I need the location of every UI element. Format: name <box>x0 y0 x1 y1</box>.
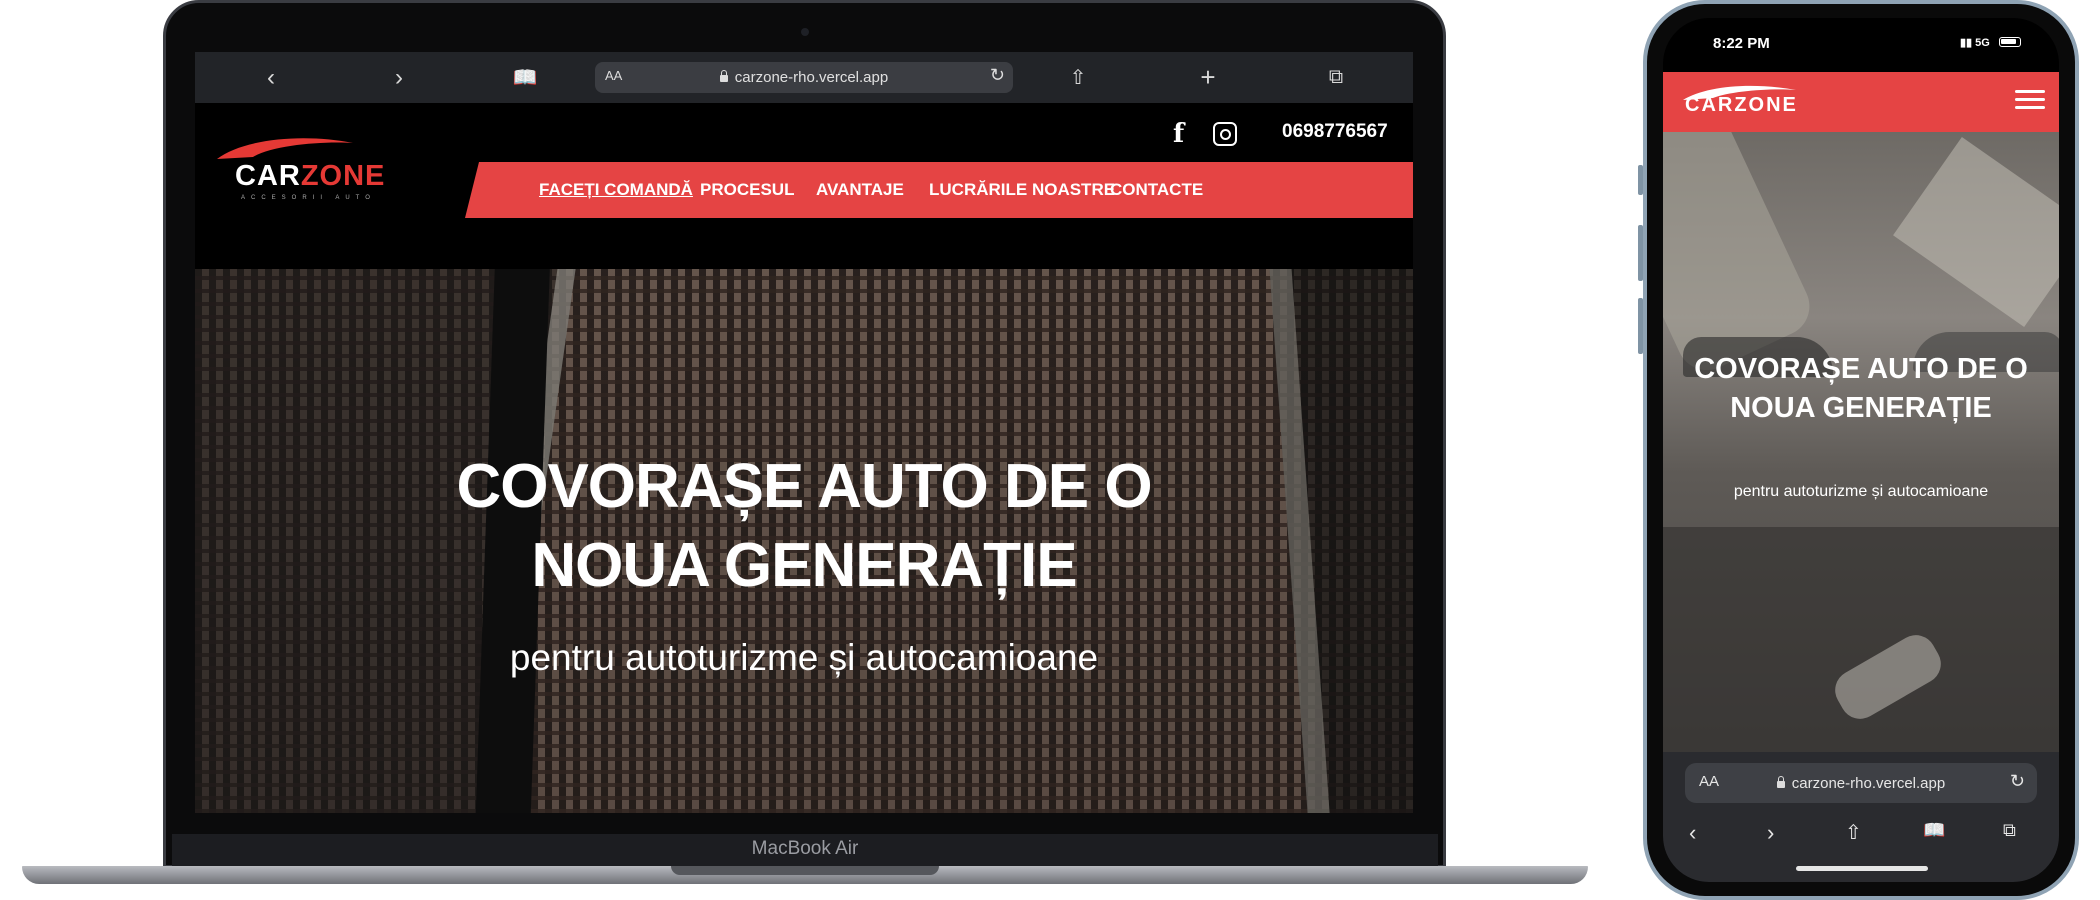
chevron-right-icon[interactable]: › <box>1767 820 1774 846</box>
laptop-model-label: MacBook Air <box>751 838 859 859</box>
reader-mode-button[interactable]: AA <box>605 68 622 83</box>
nav-item-contacts[interactable]: CONTACTE <box>1110 162 1203 218</box>
tabs-icon[interactable]: ⧉ <box>2003 820 2016 841</box>
chevron-left-icon[interactable]: ‹ <box>241 52 301 103</box>
phone-volume-down <box>1638 298 1643 354</box>
hero-title-line2: NOUA GENERAȚIE <box>531 531 1077 600</box>
chevron-right-icon[interactable]: › <box>369 52 429 103</box>
mobile-browser-bar: AA carzone-rho.vercel.app ↻ ‹ › ⇧ 📖 ⧉ <box>1663 752 2059 882</box>
reload-icon[interactable]: ↻ <box>990 65 1005 86</box>
lock-icon <box>719 70 728 82</box>
logo-text-part1: CAR <box>235 160 301 192</box>
laptop-chin: MacBook Air <box>172 834 1438 866</box>
mobile-logo[interactable]: CARZONE <box>1685 94 1798 117</box>
share-icon[interactable]: ⇧ <box>1048 52 1108 103</box>
logo-tagline: ACCESORII AUTO <box>241 195 376 201</box>
book-icon[interactable]: 📖 <box>1923 820 1945 841</box>
browser-toolbar: ‹ › 📖 AA carzone-rho.vercel.app ↻ ⇧ + ⧉ <box>195 52 1413 103</box>
hero-subtitle: pentru autoturizme și autocamioane <box>509 637 1099 678</box>
hamburger-menu-icon[interactable] <box>2015 90 2045 112</box>
instagram-icon[interactable] <box>1213 122 1237 146</box>
mobile-header: CARZONE <box>1663 72 2059 132</box>
nav-item-process[interactable]: PROCESUL <box>700 162 794 218</box>
tabs-icon[interactable]: ⧉ <box>1306 52 1366 103</box>
nav-item-advantages[interactable]: AVANTAJE <box>816 162 904 218</box>
main-nav: FACEȚI COMANDĂ PROCESUL AVANTAJE LUCRĂRI… <box>465 162 1413 218</box>
site-header: CARZONE ACCESORII AUTO f 0698776567 FACE… <box>195 103 1413 269</box>
phone-screen: 8:22 PM ▮▮ 5G CARZONE COVORAȘE AUTO DE O… <box>1663 18 2059 882</box>
reload-icon[interactable]: ↻ <box>2010 771 2025 792</box>
battery-icon <box>1999 37 2021 47</box>
logo-text-part2: ZONE <box>300 160 386 192</box>
camera-dot <box>801 28 809 36</box>
nav-item-order[interactable]: FACEȚI COMANDĂ <box>539 162 693 218</box>
phone-side-button <box>1638 165 1643 195</box>
address-bar[interactable]: AA carzone-rho.vercel.app ↻ <box>595 62 1013 93</box>
mobile-hero-title: COVORAȘE AUTO DE O NOUA GENERAȚIE <box>1663 350 2059 428</box>
phone-volume-up <box>1638 225 1643 281</box>
mobile-url-text: carzone-rho.vercel.app <box>1791 774 1946 792</box>
laptop-screen: ‹ › 📖 AA carzone-rho.vercel.app ↻ ⇧ + ⧉ … <box>195 52 1413 813</box>
share-icon[interactable]: ⇧ <box>1845 820 1862 845</box>
hero-section: COVORAȘE AUTO DE O NOUA GENERAȚIE pentru… <box>195 269 1413 813</box>
nav-item-works[interactable]: LUCRĂRILE NOASTRE <box>929 162 1115 218</box>
laptop-notch <box>671 866 939 875</box>
mobile-hero-subtitle: pentru autoturizme și autocamioane <box>1733 483 1989 500</box>
mobile-hero-title-line2: NOUA GENERAȚIE <box>1730 392 1992 424</box>
mobile-reader-mode-button[interactable]: AA <box>1699 773 1719 790</box>
phone-number[interactable]: 0698776567 <box>1282 121 1388 143</box>
mobile-hero: COVORAȘE AUTO DE O NOUA GENERAȚIE pentru… <box>1663 132 2059 752</box>
hero-title: COVORAȘE AUTO DE O NOUA GENERAȚIE <box>195 447 1413 605</box>
chevron-left-icon[interactable]: ‹ <box>1689 820 1696 846</box>
mobile-hero-title-line1: COVORAȘE AUTO DE O <box>1694 353 2028 385</box>
car-outline-icon <box>217 138 353 159</box>
carzone-logo[interactable]: CARZONE ACCESORII AUTO <box>213 133 413 213</box>
signal-indicator: ▮▮ 5G <box>1960 37 1990 49</box>
book-icon[interactable]: 📖 <box>495 52 555 103</box>
plus-icon[interactable]: + <box>1178 52 1238 103</box>
hero-title-line1: COVORAȘE AUTO DE O <box>456 452 1152 521</box>
lock-icon <box>1776 775 1785 788</box>
hero-bg-shape <box>1893 136 2059 328</box>
url-text: carzone-rho.vercel.app <box>734 69 889 86</box>
facebook-icon[interactable]: f <box>1173 119 1184 149</box>
status-time: 8:22 PM <box>1713 35 1770 52</box>
mobile-address-bar[interactable]: AA carzone-rho.vercel.app ↻ <box>1685 763 2037 803</box>
dynamic-island <box>1773 18 1951 48</box>
network-label: 5G <box>1975 37 1990 49</box>
home-indicator <box>1796 866 1928 871</box>
